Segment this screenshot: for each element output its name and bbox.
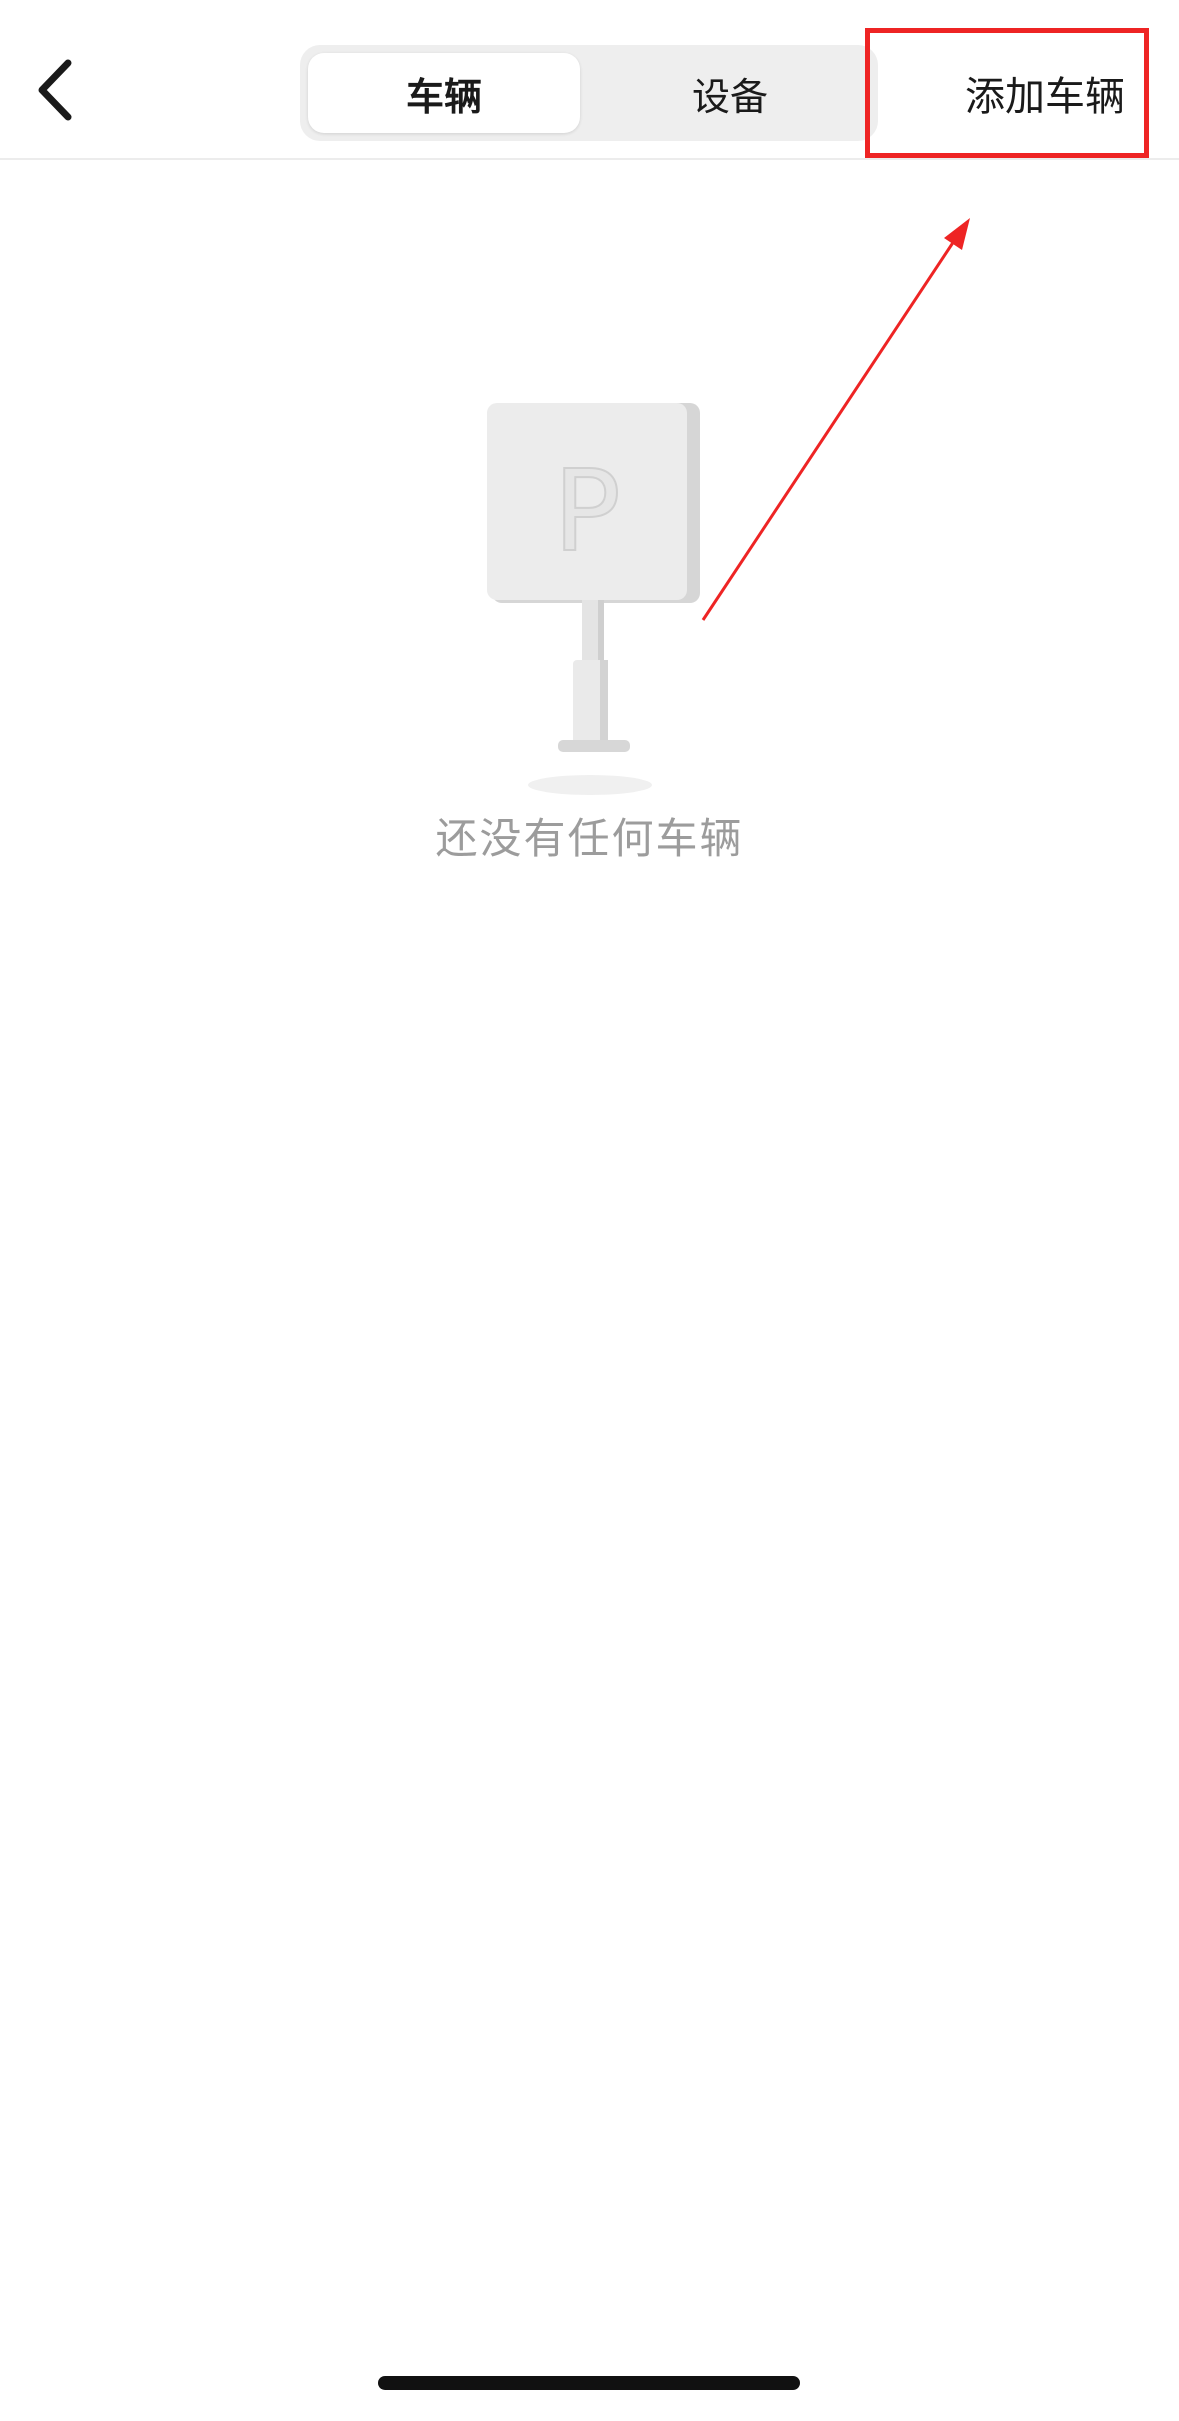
home-indicator[interactable] xyxy=(378,2376,800,2390)
add-vehicle-button[interactable]: 添加车辆 xyxy=(920,45,1170,141)
top-nav-bar: 车辆 设备 添加车辆 xyxy=(0,0,1179,160)
tab-devices[interactable]: 设备 xyxy=(600,45,860,141)
parking-sign-icon: P xyxy=(487,403,700,795)
empty-state-illustration: P xyxy=(470,395,710,815)
tab-vehicles[interactable]: 车辆 xyxy=(308,45,580,141)
empty-state-message: 还没有任何车辆 xyxy=(435,814,744,863)
back-button[interactable] xyxy=(10,40,100,140)
parking-letter: P xyxy=(553,447,621,577)
segmented-control: 车辆 设备 xyxy=(300,45,878,141)
chevron-left-icon xyxy=(38,59,72,121)
vehicle-list-screen: 车辆 设备 添加车辆 P 还没有任何车辆 xyxy=(0,0,1179,2421)
